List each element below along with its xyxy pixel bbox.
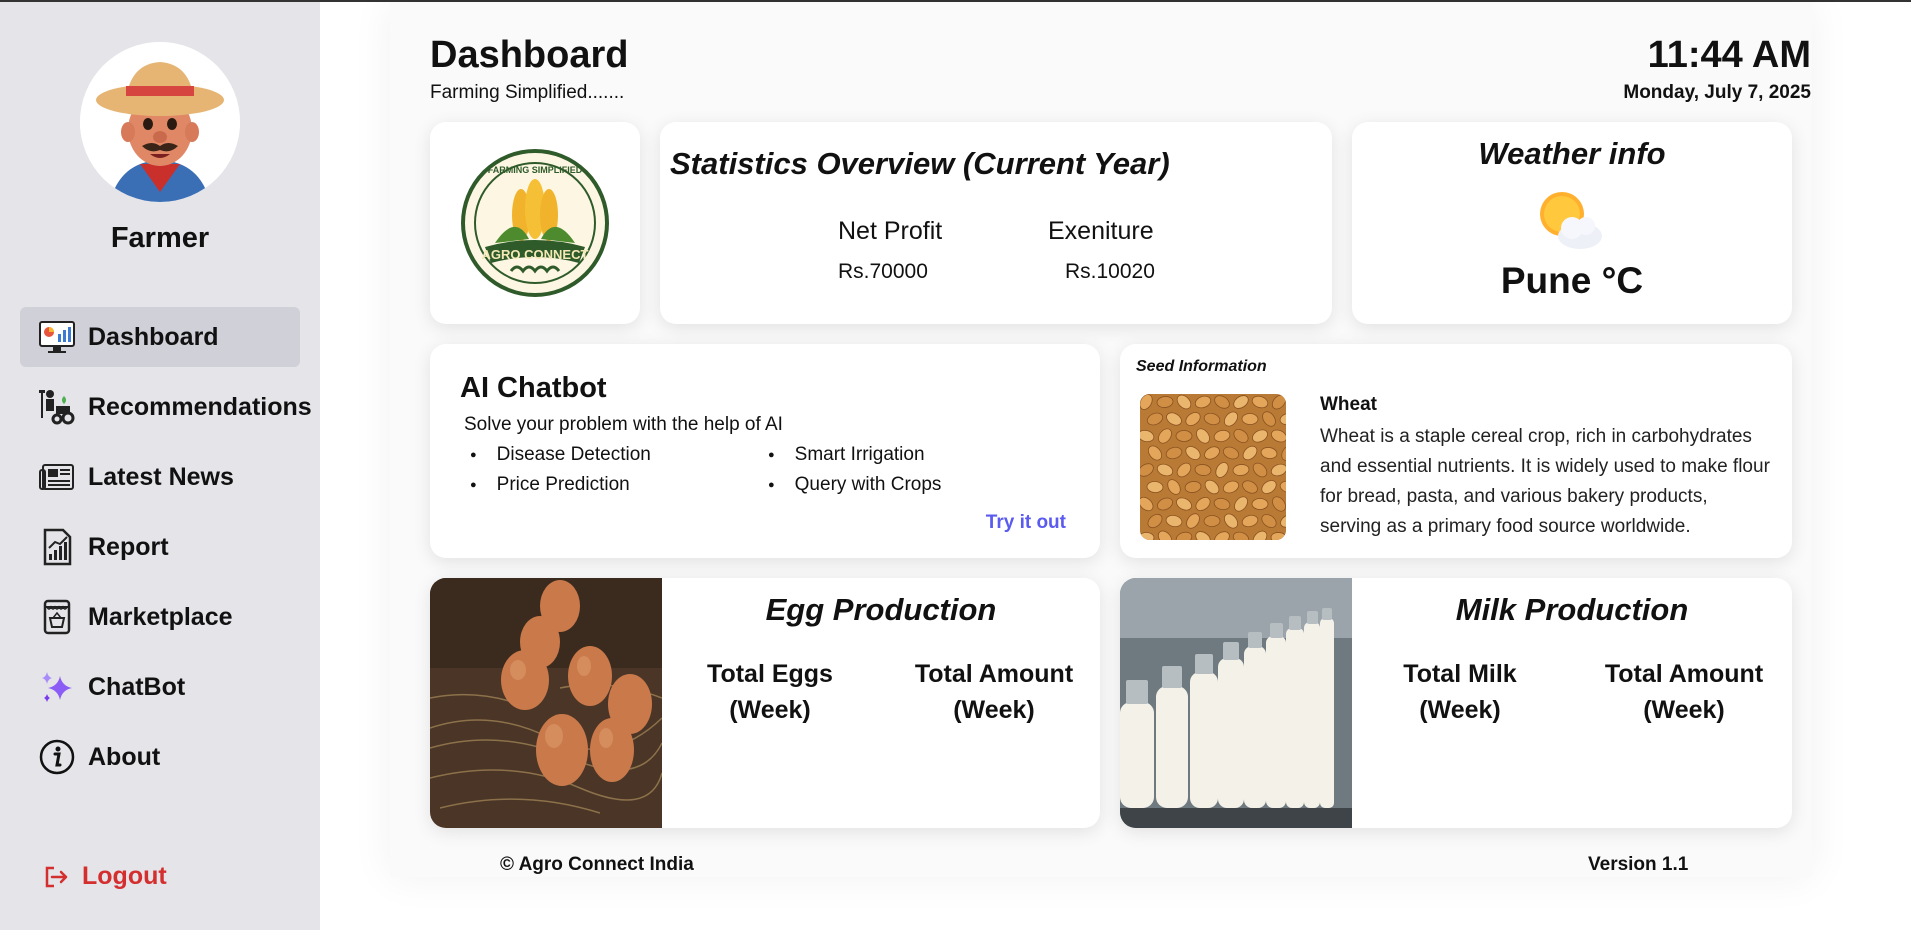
feature-item: Price Prediction bbox=[464, 474, 630, 496]
seed-heading: Seed Information bbox=[1136, 358, 1267, 375]
total-milk-label: Total Milk (Week) bbox=[1403, 660, 1517, 724]
weather-title: Weather info bbox=[1478, 136, 1666, 171]
feature-item: Disease Detection bbox=[464, 444, 651, 466]
sidebar-item-label: Latest News bbox=[88, 462, 234, 491]
feature-item: Smart Irrigation bbox=[762, 444, 925, 466]
main-content: Dashboard Farming Simplified....... 11:4… bbox=[320, 2, 1911, 930]
page-subtitle: Farming Simplified....... bbox=[430, 82, 625, 103]
sidebar-item-recommendations[interactable]: Recommendations bbox=[20, 377, 312, 437]
shop-basket-icon bbox=[38, 598, 76, 636]
farmer-avatar[interactable] bbox=[80, 42, 240, 202]
current-date: Monday, July 7, 2025 bbox=[1623, 82, 1811, 103]
weather-location: Pune °C bbox=[1500, 260, 1644, 301]
footer-version: Version 1.1 bbox=[1588, 854, 1689, 875]
farmer-tractor-icon bbox=[38, 388, 76, 426]
try-it-out-link[interactable]: Try it out bbox=[986, 512, 1066, 534]
sidebar-item-marketplace[interactable]: Marketplace bbox=[20, 587, 300, 647]
agro-connect-logo: FARMING SIMPLIFIED AGRO CONNECT bbox=[461, 149, 609, 297]
svg-text:FARMING SIMPLIFIED: FARMING SIMPLIFIED bbox=[488, 165, 583, 175]
net-profit-stat: Net Profit Rs.70000 bbox=[838, 217, 942, 284]
sidebar-item-report[interactable]: Report bbox=[20, 517, 300, 577]
net-profit-value: Rs.70000 bbox=[838, 260, 928, 283]
milk-bottles-image bbox=[1120, 578, 1352, 828]
sidebar-item-latest-news[interactable]: Latest News bbox=[20, 447, 300, 507]
newspaper-icon bbox=[38, 458, 76, 496]
dashboard-monitor-icon bbox=[38, 318, 76, 356]
sidebar: Farmer Dashboard Recommendations Latest … bbox=[0, 2, 320, 930]
milk-production-title: Milk Production bbox=[1455, 592, 1689, 627]
feature-item: Query with Crops bbox=[762, 474, 942, 496]
user-name: Farmer bbox=[110, 222, 210, 254]
logo-card: FARMING SIMPLIFIED AGRO CONNECT bbox=[430, 122, 640, 324]
sidebar-item-label: Recommendations bbox=[88, 392, 312, 421]
chatbot-title: AI Chatbot bbox=[460, 372, 607, 404]
seed-name: Wheat bbox=[1320, 394, 1377, 415]
expenditure-value: Rs.10020 bbox=[1065, 260, 1155, 283]
ai-chatbot-card: AI Chatbot Solve your problem with the h… bbox=[430, 344, 1100, 558]
statistics-title: Statistics Overview (Current Year) bbox=[670, 146, 1170, 181]
info-icon bbox=[38, 738, 76, 776]
sidebar-item-label: ChatBot bbox=[88, 672, 186, 701]
logout-label: Logout bbox=[82, 862, 167, 890]
egg-total-amount-label: Total Amount (Week) bbox=[914, 660, 1074, 724]
total-eggs-label: Total Eggs (Week) bbox=[707, 660, 833, 724]
footer-copyright: © Agro Connect India bbox=[500, 854, 694, 875]
sidebar-nav: Dashboard Recommendations Latest News Re… bbox=[20, 307, 312, 797]
page-title: Dashboard bbox=[430, 34, 629, 76]
chatbot-description: Solve your problem with the help of AI bbox=[464, 414, 783, 435]
net-profit-label: Net Profit bbox=[838, 217, 943, 245]
sidebar-item-label: Marketplace bbox=[88, 602, 233, 631]
egg-production-title: Egg Production bbox=[765, 592, 997, 627]
svg-text:AGRO CONNECT: AGRO CONNECT bbox=[482, 247, 589, 262]
milk-production-card: Milk Production Total Milk (Week) Total … bbox=[1120, 578, 1792, 828]
expenditure-label: Exeniture bbox=[1048, 217, 1154, 245]
logout-icon bbox=[45, 866, 68, 887]
statistics-card: Statistics Overview (Current Year) Net P… bbox=[660, 122, 1332, 324]
eggs-image bbox=[430, 578, 662, 828]
report-chart-icon bbox=[38, 528, 76, 566]
sidebar-item-label: About bbox=[88, 742, 161, 771]
egg-production-card: Egg Production Total Eggs (Week) Total A… bbox=[430, 578, 1100, 828]
sidebar-item-about[interactable]: About bbox=[20, 727, 300, 787]
sidebar-item-dashboard[interactable]: Dashboard bbox=[20, 307, 300, 367]
clock-time: 11:44 AM bbox=[1647, 34, 1811, 76]
sparkle-icon bbox=[38, 668, 76, 706]
seed-description: Wheat is a staple cereal crop, rich in c… bbox=[1320, 426, 1770, 537]
weather-card: Weather info Pune °C bbox=[1352, 122, 1792, 324]
sidebar-item-label: Report bbox=[88, 532, 169, 561]
milk-total-amount-label: Total Amount (Week) bbox=[1604, 660, 1764, 724]
logout-button[interactable]: Logout bbox=[42, 862, 167, 891]
sidebar-item-chatbot[interactable]: ChatBot bbox=[20, 657, 300, 717]
sidebar-item-label: Dashboard bbox=[88, 322, 219, 351]
wheat-image bbox=[1140, 394, 1286, 540]
seed-info-card: Seed Information Wheat Wheat is a staple… bbox=[1120, 344, 1792, 558]
expenditure-stat: Exeniture Rs.10020 bbox=[1048, 217, 1155, 284]
partly-cloudy-icon bbox=[1540, 192, 1602, 249]
